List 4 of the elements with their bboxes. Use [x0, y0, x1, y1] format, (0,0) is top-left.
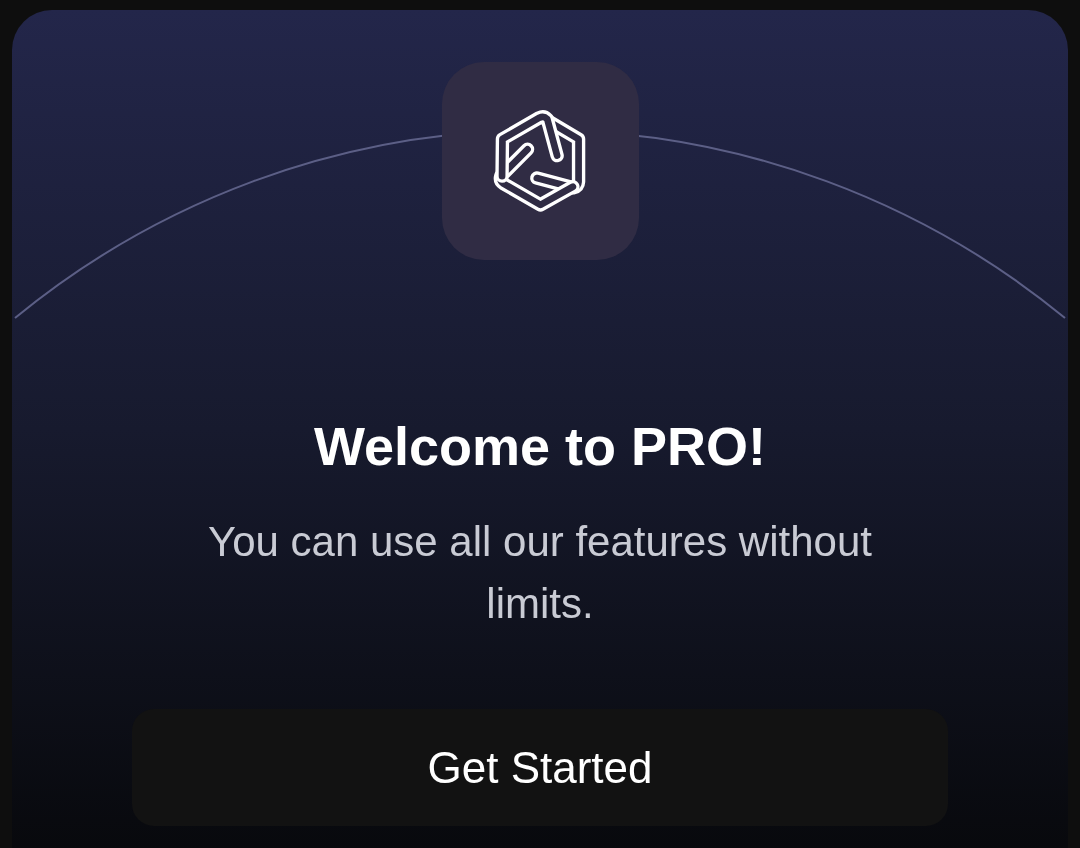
get-started-button[interactable]: Get Started [132, 709, 948, 826]
welcome-message: You can use all our features without limits. [207, 517, 873, 629]
welcome-title: Welcome to PRO! [313, 416, 767, 476]
hexagon-logo-icon [441, 62, 639, 260]
